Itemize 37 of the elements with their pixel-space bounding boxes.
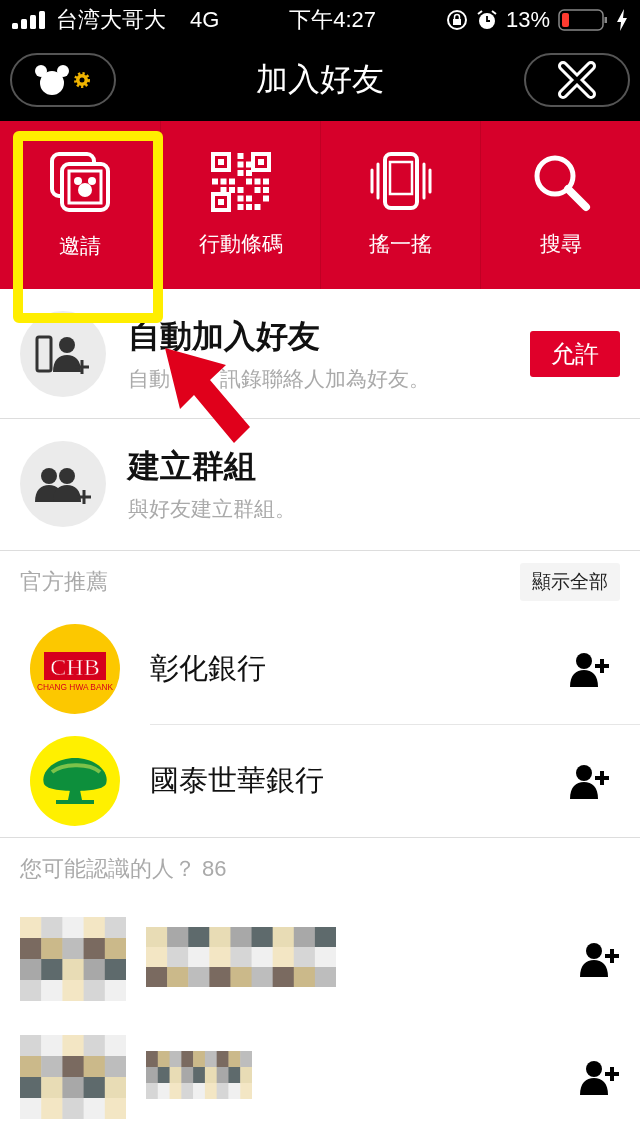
add-friend-icon[interactable] xyxy=(580,941,620,977)
allow-button[interactable]: 允許 xyxy=(530,330,620,377)
close-icon xyxy=(557,60,597,101)
photo-frames-icon xyxy=(48,149,112,214)
action-title: 建立群組 xyxy=(128,447,257,487)
charging-icon xyxy=(616,8,628,31)
action-description: 自動 xyxy=(128,365,170,392)
action-description: 與好友建立群組。 xyxy=(128,496,296,523)
add-friend-icon[interactable] xyxy=(580,1059,620,1095)
account-name: 彰化銀行 xyxy=(150,650,267,686)
add-friend-icon[interactable] xyxy=(570,650,610,687)
network-type: 4G xyxy=(190,6,220,33)
signal-icon xyxy=(12,10,48,29)
battery-icon xyxy=(558,8,608,31)
mouse-head-icon xyxy=(35,64,69,97)
add-friend-icon[interactable] xyxy=(570,763,610,799)
bank-logo: CHB CHANG HWA BANK xyxy=(30,623,120,714)
qr-code-icon xyxy=(210,151,271,212)
alarm-icon xyxy=(475,8,498,31)
settings-button[interactable] xyxy=(10,53,116,108)
action-description: 訊錄聯絡人加為好友。 xyxy=(220,365,430,392)
screen-title: 加入好友 xyxy=(256,60,384,100)
carrier-name: 台湾大哥大 xyxy=(56,5,166,34)
show-all-button[interactable]: 顯示全部 xyxy=(520,562,620,601)
close-button[interactable] xyxy=(524,53,630,108)
tab[interactable]: 行動條碼 xyxy=(160,120,320,289)
rotation-lock-icon xyxy=(445,8,468,31)
tab[interactable]: 搜尋 xyxy=(480,120,640,289)
action-title: 自動加入好友 xyxy=(128,316,321,356)
gear-icon xyxy=(73,71,91,90)
section-heading: 您可能認識的人？ 86 xyxy=(20,854,227,883)
battery-percent: 13% xyxy=(505,6,550,33)
clock-time: 下午4:27 xyxy=(289,5,377,34)
section-heading: 官方推薦 xyxy=(20,567,108,596)
phone-person-add-icon xyxy=(35,333,91,374)
tab[interactable]: 搖一搖 xyxy=(320,120,480,289)
account-name: 國泰世華銀行 xyxy=(150,763,325,798)
